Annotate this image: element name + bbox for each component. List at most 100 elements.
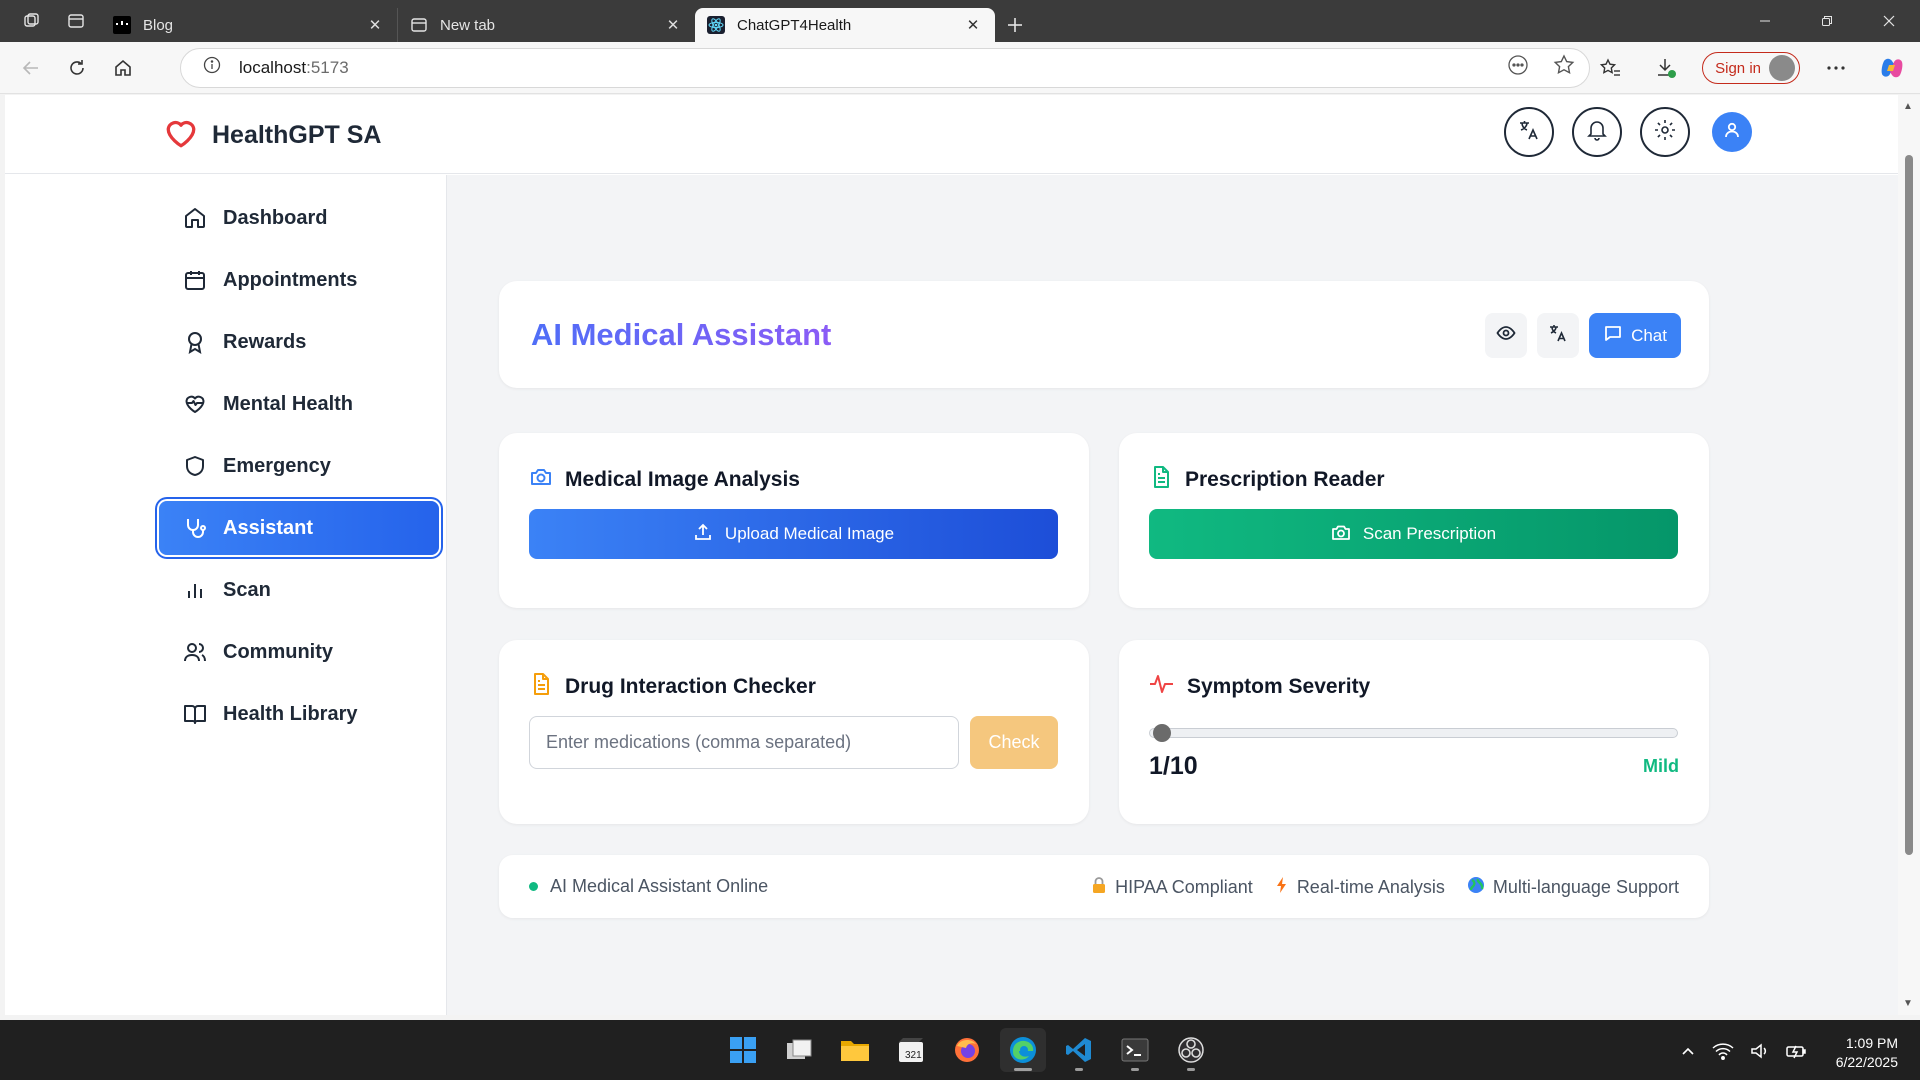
sidebar-item-appointments[interactable]: Appointments <box>159 253 439 307</box>
sidebar-item-mental-health[interactable]: Mental Health <box>159 377 439 431</box>
back-icon[interactable] <box>8 48 54 88</box>
clipchamp-icon[interactable]: 321 <box>888 1028 934 1072</box>
page-title: AI Medical Assistant <box>531 317 832 352</box>
translate-button[interactable] <box>1537 313 1580 358</box>
browser-tab-chatgpt4health[interactable]: ChatGPT4Health ✕ <box>695 8 995 42</box>
scrollbar-thumb[interactable] <box>1905 155 1913 855</box>
start-menu-icon[interactable] <box>720 1028 766 1072</box>
sidebar-item-rewards[interactable]: Rewards <box>159 315 439 369</box>
lock-icon <box>1091 876 1107 899</box>
check-button[interactable]: Check <box>970 716 1058 769</box>
scroll-up-icon[interactable]: ▲ <box>1903 101 1913 112</box>
close-window-icon[interactable] <box>1858 0 1920 42</box>
page-options-icon[interactable] <box>1507 54 1529 81</box>
window-controls <box>1734 0 1920 42</box>
home-browser-icon[interactable] <box>100 48 146 88</box>
sidebar-item-label: Appointments <box>223 268 358 291</box>
sidebar-item-community[interactable]: Community <box>159 625 439 679</box>
downloads-icon[interactable] <box>1638 56 1694 80</box>
sidebar-item-health-library[interactable]: Health Library <box>159 687 439 741</box>
chat-button[interactable]: Chat <box>1589 313 1681 358</box>
close-tab-icon[interactable]: ✕ <box>365 15 385 35</box>
award-icon <box>188 332 202 354</box>
stethoscope-icon <box>187 519 206 538</box>
online-status-text: AI Medical Assistant Online <box>550 876 769 896</box>
user-profile-button[interactable] <box>1712 112 1752 152</box>
workspaces-icon[interactable] <box>12 0 52 42</box>
heart-pulse-icon <box>185 395 205 413</box>
sidebar-item-label: Mental Health <box>223 392 354 415</box>
sidebar-item-assistant[interactable]: Assistant <box>159 501 439 555</box>
volume-icon[interactable] <box>1750 1042 1770 1065</box>
url-bar[interactable]: localhost:5173 <box>180 47 1590 88</box>
new-tab-button[interactable] <box>995 8 1035 42</box>
scroll-down-icon[interactable]: ▼ <box>1903 998 1913 1009</box>
accessibility-view-button[interactable] <box>1485 313 1528 358</box>
notifications-button[interactable] <box>1572 107 1622 157</box>
sidebar: Dashboard Appointments Rewards Mental He… <box>5 175 447 1015</box>
upload-medical-image-button[interactable]: Upload Medical Image <box>529 509 1058 559</box>
user-icon <box>1723 121 1741 144</box>
sidebar-item-emergency[interactable]: Emergency <box>159 439 439 493</box>
sidebar-item-dashboard[interactable]: Dashboard <box>159 191 439 245</box>
file-explorer-icon[interactable] <box>832 1028 878 1072</box>
chat-button-label: Chat <box>1631 325 1667 345</box>
feature-label: Multi-language Support <box>1492 877 1679 897</box>
language-button[interactable] <box>1504 107 1554 157</box>
restore-icon[interactable] <box>1796 0 1858 42</box>
sidebar-item-scan[interactable]: Scan <box>159 563 439 617</box>
clock-date: 6/22/2025 <box>1835 1054 1898 1070</box>
medications-input[interactable] <box>529 716 959 769</box>
severity-slider-track[interactable] <box>1149 728 1678 738</box>
sign-in-label: Sign in <box>1715 59 1761 77</box>
gear-icon <box>1653 118 1677 147</box>
page-scrollbar[interactable]: ▲ ▼ <box>1898 95 1920 1015</box>
status-bar-card: AI Medical Assistant Online HIPAA Compli… <box>499 855 1709 918</box>
react-favicon-icon <box>707 16 725 34</box>
close-tab-icon[interactable]: ✕ <box>663 15 683 35</box>
refresh-icon[interactable] <box>54 48 100 88</box>
site-info-icon[interactable] <box>203 56 221 79</box>
wifi-icon[interactable] <box>1712 1042 1734 1065</box>
browser-tab-new-tab[interactable]: New tab ✕ <box>397 8 695 42</box>
copilot-icon[interactable] <box>1864 55 1920 81</box>
favorite-star-icon[interactable] <box>1553 54 1575 81</box>
tab-title: New tab <box>440 16 496 34</box>
eye-icon <box>1496 323 1516 348</box>
scan-prescription-button[interactable]: Scan Prescription <box>1149 509 1678 559</box>
assistant-header-card: AI Medical Assistant Chat <box>499 281 1709 388</box>
brand[interactable]: HealthGPT SA <box>162 115 381 156</box>
sidebar-item-label: Assistant <box>223 516 314 539</box>
system-clock[interactable]: 1:09 PM 6/22/2025 <box>1836 1034 1898 1072</box>
vscode-icon[interactable] <box>1056 1028 1102 1072</box>
home-icon <box>185 208 205 228</box>
prescription-reader-card: Prescription Reader Scan Prescription <box>1119 433 1709 608</box>
settings-button[interactable] <box>1640 107 1690 157</box>
hipaa-compliant-badge: HIPAA Compliant <box>1091 876 1253 899</box>
bell-icon <box>1585 118 1609 147</box>
browser-tab-blog[interactable]: Blog ✕ <box>101 8 397 42</box>
button-label: Upload Medical Image <box>724 524 895 543</box>
main-content: AI Medical Assistant Chat Medical Image … <box>447 175 1898 1015</box>
sidebar-item-label: Health Library <box>223 702 358 725</box>
activity-icon <box>1149 672 1175 702</box>
card-title: Prescription Reader <box>1185 468 1385 491</box>
firefox-icon[interactable] <box>944 1028 990 1072</box>
obs-studio-icon[interactable] <box>1168 1028 1214 1072</box>
sign-in-button[interactable]: Sign in <box>1702 52 1800 84</box>
card-title: Medical Image Analysis <box>565 468 800 491</box>
minimize-icon[interactable] <box>1734 0 1796 42</box>
calendar-icon <box>185 271 205 290</box>
terminal-icon[interactable] <box>1112 1028 1158 1072</box>
severity-slider-thumb[interactable] <box>1153 724 1171 742</box>
chevron-up-icon[interactable] <box>1680 1043 1696 1064</box>
more-options-icon[interactable] <box>1808 65 1864 71</box>
task-view-icon[interactable] <box>776 1028 822 1072</box>
battery-icon[interactable] <box>1785 1042 1808 1065</box>
tab-actions-icon[interactable] <box>56 0 96 42</box>
close-tab-icon[interactable]: ✕ <box>963 15 983 35</box>
edge-browser-icon[interactable] <box>1000 1028 1046 1072</box>
running-indicator <box>1131 1068 1139 1071</box>
translate-icon <box>1517 118 1541 147</box>
favorites-icon[interactable] <box>1582 57 1638 79</box>
